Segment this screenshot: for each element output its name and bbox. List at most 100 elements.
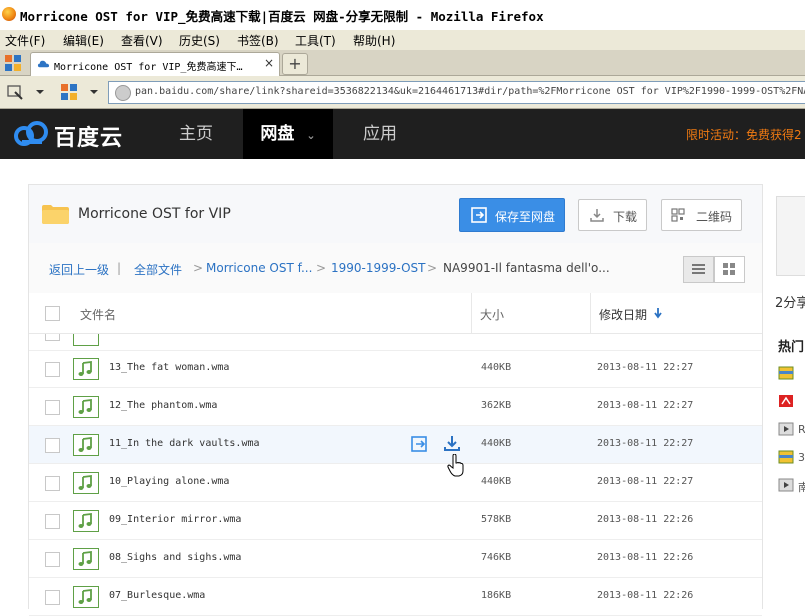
table-row[interactable] (29, 334, 762, 351)
breadcrumb-current: NA9901-Il fantasma dell'o... (443, 261, 610, 275)
file-name[interactable]: 12_The phantom.wma (109, 400, 217, 411)
dropdown-arrow-icon[interactable] (34, 83, 46, 101)
archive-file-icon (778, 450, 794, 464)
menu-file[interactable]: 文件(F) (5, 32, 45, 49)
column-header-name[interactable]: 文件名 (80, 306, 116, 323)
menu-edit[interactable]: 编辑(E) (63, 32, 104, 49)
navigation-toolbar: pan.baidu.com/share/link?shareid=3536822… (0, 76, 805, 109)
menu-tools[interactable]: 工具(T) (295, 32, 336, 49)
file-name[interactable]: 09_Interior mirror.wma (109, 514, 241, 525)
download-row-icon[interactable] (443, 435, 461, 452)
tab-groups-icon[interactable] (4, 54, 22, 72)
table-row[interactable]: 07_Burlesque.wma 186KB 2013-08-11 22:26 (29, 578, 762, 616)
column-divider (471, 293, 472, 333)
menu-history[interactable]: 历史(S) (179, 32, 220, 49)
row-checkbox[interactable] (45, 400, 60, 415)
browser-tab[interactable]: Morricone OST for VIP_免费高速下… × (30, 52, 280, 76)
music-file-icon (73, 334, 99, 346)
video-file-icon (778, 422, 794, 436)
hot-item[interactable]: 3 (798, 451, 805, 464)
site-logo-text[interactable]: 百度云 (54, 120, 123, 152)
row-checkbox[interactable] (45, 438, 60, 453)
table-row[interactable]: 13_The fat woman.wma 440KB 2013-08-11 22:2… (29, 350, 762, 388)
download-button[interactable]: 下载 (578, 199, 647, 231)
nav-netdisk[interactable]: 网盘 ⌄ (243, 109, 333, 159)
table-row[interactable]: 11_In the dark vaults.wma 440KB 2013-08-11… (29, 426, 762, 477)
baidu-cloud-favicon (37, 60, 50, 68)
firefox-icon (2, 7, 16, 21)
menu-view[interactable]: 查看(V) (121, 32, 163, 49)
avatar[interactable] (776, 196, 805, 276)
apps-grid-icon[interactable] (60, 83, 78, 101)
baidu-cloud-logo-icon[interactable] (12, 118, 52, 150)
folder-icon (42, 205, 69, 224)
column-header-size[interactable]: 大小 (480, 306, 504, 323)
file-name[interactable]: 11_In the dark vaults.wma (109, 438, 260, 449)
row-checkbox[interactable] (45, 552, 60, 567)
file-size: 186KB (481, 590, 512, 601)
column-divider (590, 293, 591, 333)
file-size: 362KB (481, 400, 512, 411)
hot-title: 热门 (778, 340, 805, 355)
save-row-icon[interactable] (411, 436, 429, 452)
nav-apps[interactable]: 应用 (338, 109, 422, 159)
dropdown-arrow-icon[interactable] (88, 83, 100, 101)
tab-close-icon[interactable]: × (264, 56, 274, 70)
menu-help[interactable]: 帮助(H) (353, 32, 395, 49)
download-icon (590, 209, 604, 222)
select-all-checkbox[interactable] (45, 306, 60, 321)
grid-view-button[interactable] (714, 256, 745, 283)
file-name[interactable]: 07_Burlesque.wma (109, 590, 205, 601)
row-checkbox[interactable] (45, 590, 60, 605)
qrcode-button[interactable]: 二维码 (661, 199, 742, 231)
file-size: 440KB (481, 438, 512, 449)
music-file-icon (73, 472, 99, 494)
hot-item[interactable]: R (798, 423, 805, 436)
row-checkbox[interactable] (45, 514, 60, 529)
table-row[interactable]: 08_Sighs and sighs.wma 746KB 2013-08-11 22… (29, 540, 762, 578)
menu-bookmarks[interactable]: 书签(B) (237, 32, 279, 49)
row-checkbox[interactable] (45, 334, 60, 341)
breadcrumb-back-link[interactable]: 返回上一级 (49, 261, 109, 278)
file-date: 2013-08-11 22:27 (597, 400, 694, 411)
file-name[interactable]: 13_The fat woman.wma (109, 362, 229, 373)
music-file-icon (73, 396, 99, 418)
file-name[interactable]: 08_Sighs and sighs.wma (109, 552, 241, 563)
archive-file-icon (778, 366, 794, 380)
file-date: 2013-08-11 22:27 (597, 438, 694, 449)
row-checkbox[interactable] (45, 476, 60, 491)
table-row[interactable]: 09_Interior mirror.wma 578KB 2013-08-11 22… (29, 502, 762, 540)
hot-item[interactable]: 南 (798, 479, 805, 495)
page-tools-icon[interactable] (6, 83, 24, 101)
file-name[interactable]: 10_Playing alone.wma (109, 476, 229, 487)
video-file-icon (778, 478, 794, 492)
tab-title: Morricone OST for VIP_免费高速下… (54, 62, 243, 73)
table-row[interactable]: 12_The phantom.wma 362KB 2013-08-11 22:27 (29, 388, 762, 426)
breadcrumb-separator: > (193, 261, 204, 275)
file-size: 578KB (481, 514, 512, 525)
share-count: 2分享 (775, 296, 805, 311)
music-file-icon (73, 358, 99, 380)
list-view-button[interactable] (683, 256, 714, 283)
qrcode-label: 二维码 (696, 210, 733, 224)
site-identity-icon[interactable] (115, 85, 131, 101)
file-date: 2013-08-11 22:27 (597, 476, 694, 487)
address-bar[interactable]: pan.baidu.com/share/link?shareid=3536822… (108, 81, 805, 104)
table-row[interactable]: 10_Playing alone.wma 440KB 2013-08-11 22:2… (29, 464, 762, 502)
breadcrumb-subfolder-link[interactable]: 1990-1999-OST (331, 261, 425, 275)
menu-bar: 文件(F) 编辑(E) 查看(V) 历史(S) 书签(B) 工具(T) 帮助(H… (0, 30, 805, 51)
row-checkbox[interactable] (45, 362, 60, 377)
breadcrumb-all-files[interactable]: 全部文件 (134, 261, 182, 278)
sort-down-arrow-icon[interactable] (653, 307, 663, 319)
window-title: Morricone OST for VIP_免费高速下载|百度云 网盘-分享无限… (20, 9, 544, 24)
breadcrumb-folder-link[interactable]: Morricone OST f... (206, 261, 312, 275)
file-date: 2013-08-11 22:26 (597, 514, 694, 525)
file-size: 440KB (481, 476, 512, 487)
promo-link[interactable]: 限时活动：免费获得2 (686, 126, 802, 143)
save-to-netdisk-button[interactable]: 保存至网盘 (459, 198, 565, 232)
file-panel: Morricone OST for VIP 保存至网盘 下载 二维码 返回上一级… (28, 184, 763, 616)
tab-strip: Morricone OST for VIP_免费高速下… × + (0, 50, 805, 76)
nav-home[interactable]: 主页 (154, 109, 238, 159)
new-tab-button[interactable]: + (282, 53, 308, 75)
column-header-date[interactable]: 修改日期 (599, 306, 647, 323)
